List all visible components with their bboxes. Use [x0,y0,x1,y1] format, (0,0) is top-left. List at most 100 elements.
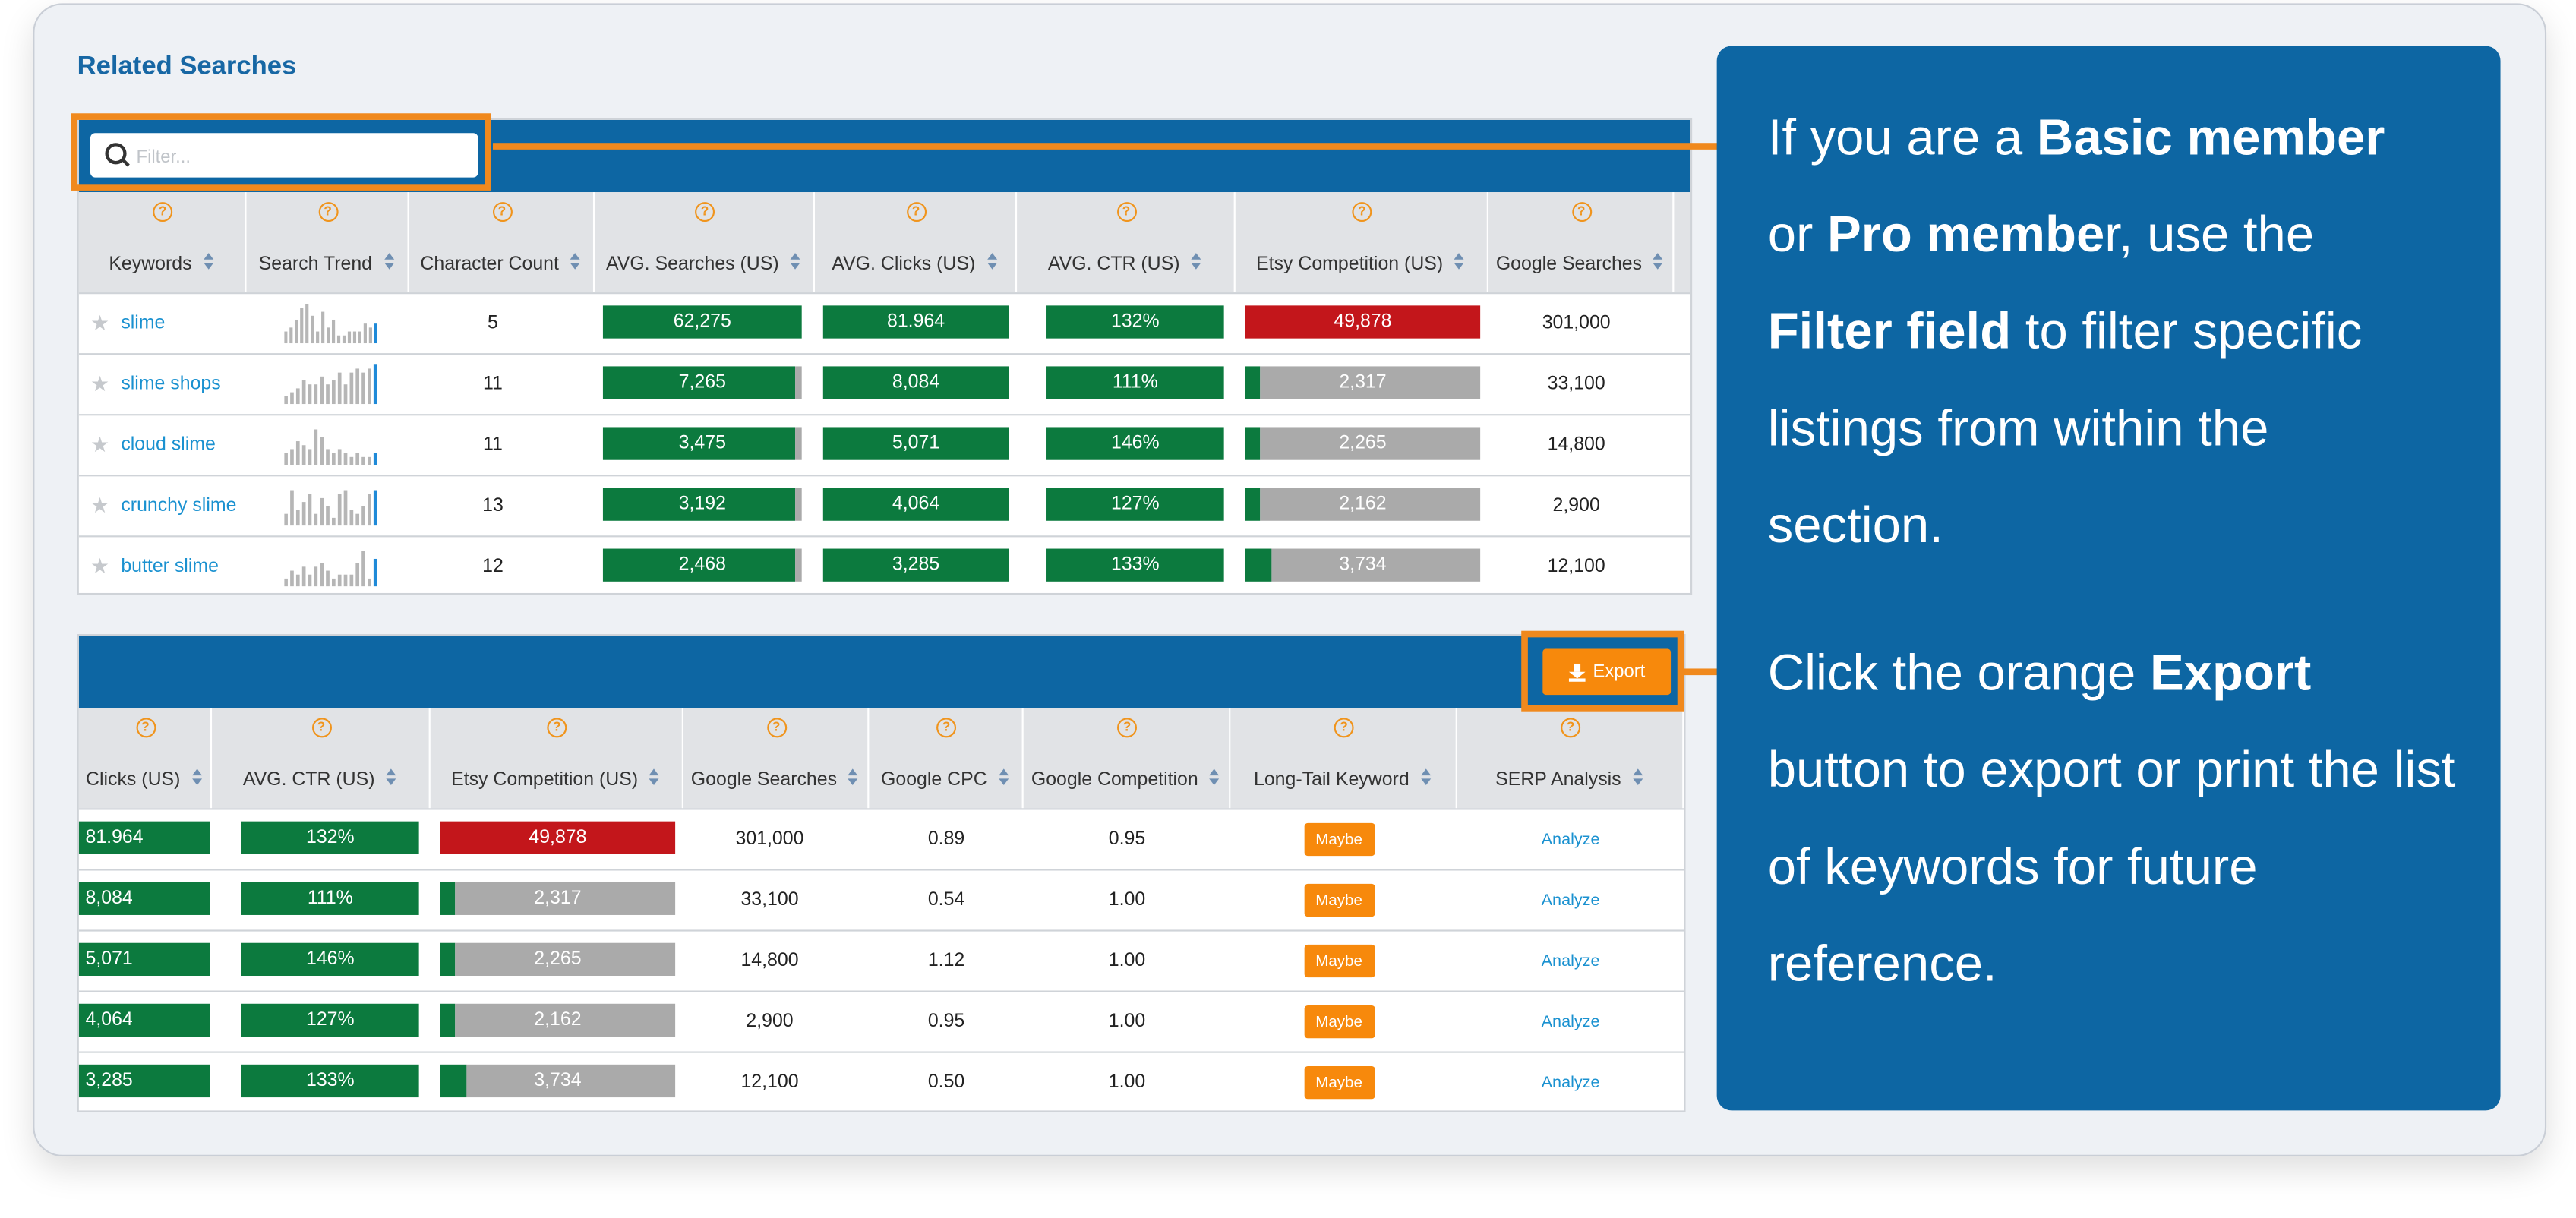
etsy-competition-bar: 2,317 [440,882,676,915]
trend-bar [374,323,377,344]
sort-icon[interactable] [1191,254,1203,272]
avg-clicks-bar-value: 81.964 [886,312,945,332]
keyword-link[interactable]: cloud slime [121,435,215,455]
sort-icon[interactable] [987,254,998,272]
help-icon[interactable]: ? [491,202,512,222]
star-icon[interactable]: ★ [90,493,109,519]
sort-icon[interactable] [790,254,802,272]
column-header-label: Character Count [409,254,593,274]
analyze-link[interactable]: Analyze [1542,831,1600,849]
column-header[interactable]: ? AVG. CTR (US) [212,708,431,809]
trend-bar [314,513,318,526]
column-header-label: Google Searches [1488,254,1672,274]
trend-bar [290,392,294,405]
analyze-link[interactable]: Analyze [1542,1013,1600,1031]
trend-bar [321,311,325,344]
sort-icon[interactable] [203,254,215,272]
avg-clicks-bar: 8,084 [822,366,1009,399]
trend-bar [308,449,312,465]
help-icon[interactable]: ? [766,718,787,738]
help-icon[interactable]: ? [153,202,173,222]
sort-icon[interactable] [1632,769,1644,787]
keyword-link[interactable]: crunchy slime [121,496,236,516]
help-icon[interactable]: ? [135,718,156,738]
column-header[interactable]: ? AVG. Clicks (US) [815,192,1018,293]
trend-bar [373,364,377,405]
column-header[interactable]: ? Google CPC [869,708,1024,809]
star-icon[interactable]: ★ [90,554,109,580]
keyword-link[interactable]: slime shops [121,374,220,394]
help-icon[interactable]: ? [936,718,957,738]
analyze-link[interactable]: Analyze [1542,1074,1600,1092]
help-icon[interactable]: ? [547,718,567,738]
analyze-link[interactable]: Analyze [1542,952,1600,970]
star-icon[interactable]: ★ [90,311,109,337]
help-icon[interactable]: ? [906,202,927,222]
column-header[interactable]: ? Google Searches [683,708,870,809]
avg-searches-bar-remainder [795,548,802,582]
trend-bar [343,384,348,405]
trend-bar [363,323,367,344]
sort-icon[interactable] [848,769,860,787]
column-header-text: Google Searches [690,770,838,790]
star-icon[interactable]: ★ [90,371,109,398]
star-icon[interactable]: ★ [90,432,109,459]
analyze-link[interactable]: Analyze [1542,891,1600,910]
serp-cell: Analyze [1457,992,1684,1052]
avg-searches-bar-value: 7,265 [678,373,726,393]
column-header-label: AVG. CTR (US) [1017,254,1234,274]
column-header[interactable]: ? AVG. Searches (US) [595,192,815,293]
column-header[interactable]: ? Character Count [409,192,595,293]
column-header-text: Etsy Competition (US) [451,770,639,790]
avg-clicks-bar-value: 5,071 [892,434,940,454]
column-header[interactable]: ? Google Searches [1488,192,1675,293]
column-header[interactable]: ? Etsy Competition (US) [1236,192,1488,293]
etsy-competition-bar-fill [440,942,455,977]
column-header[interactable]: ? Clicks (US) [79,708,213,809]
help-icon[interactable]: ? [1117,718,1138,738]
etsy-competition-bar: 49,878 [1245,305,1481,339]
keyword-link[interactable]: butter slime [121,557,219,576]
etsy-competition-bar-value: 3,734 [1339,555,1387,576]
sort-icon[interactable] [649,769,661,787]
google-cpc: 1.12 [927,951,965,971]
column-header[interactable]: ? Keywords [79,192,247,293]
avg-searches-bar-remainder [795,366,802,399]
etsy-competition-bar-fill [440,1064,466,1098]
sort-icon[interactable] [998,769,1010,787]
sort-icon[interactable] [1454,254,1466,272]
column-header[interactable]: ? Long-Tail Keyword [1230,708,1457,809]
avg-searches-bar: 3,192 [602,488,802,521]
help-icon[interactable]: ? [317,202,338,222]
sort-icon[interactable] [386,769,398,787]
column-header[interactable]: ? SERP Analysis [1457,708,1684,809]
trend-bar [301,445,306,465]
help-icon[interactable]: ? [1334,718,1354,738]
keyword-link[interactable]: slime [121,314,165,333]
column-header[interactable]: ? Google Competition [1024,708,1231,809]
column-header-label: Etsy Competition (US) [1236,254,1487,274]
help-icon[interactable]: ? [695,202,715,222]
serp-cell: Analyze [1457,1053,1684,1111]
help-icon[interactable]: ? [1571,202,1592,222]
sort-icon[interactable] [1653,254,1665,272]
help-icon[interactable]: ? [1561,718,1581,738]
callout-panel: If you are a Basic member or Pro member,… [1716,46,2501,1111]
column-header[interactable]: ? AVG. CTR (US) [1017,192,1236,293]
column-header[interactable]: ? Search Trend [246,192,409,293]
help-icon[interactable]: ? [311,718,331,738]
trend-bar [349,372,354,405]
search-trend-sparkline [284,551,377,587]
sort-icon[interactable] [1420,769,1432,787]
help-icon[interactable]: ? [1116,202,1136,222]
sort-icon[interactable] [384,254,395,272]
etsy-competition-bar-value: 2,265 [1339,434,1387,454]
trend-bar [284,453,288,465]
avg-ctr-bar: 127% [242,1003,419,1037]
column-header[interactable]: ? Etsy Competition (US) [431,708,683,809]
sort-icon[interactable] [570,254,582,272]
sort-icon[interactable] [1209,769,1221,787]
trend-bar [331,578,336,587]
help-icon[interactable]: ? [1352,202,1372,222]
sort-icon[interactable] [191,769,204,787]
